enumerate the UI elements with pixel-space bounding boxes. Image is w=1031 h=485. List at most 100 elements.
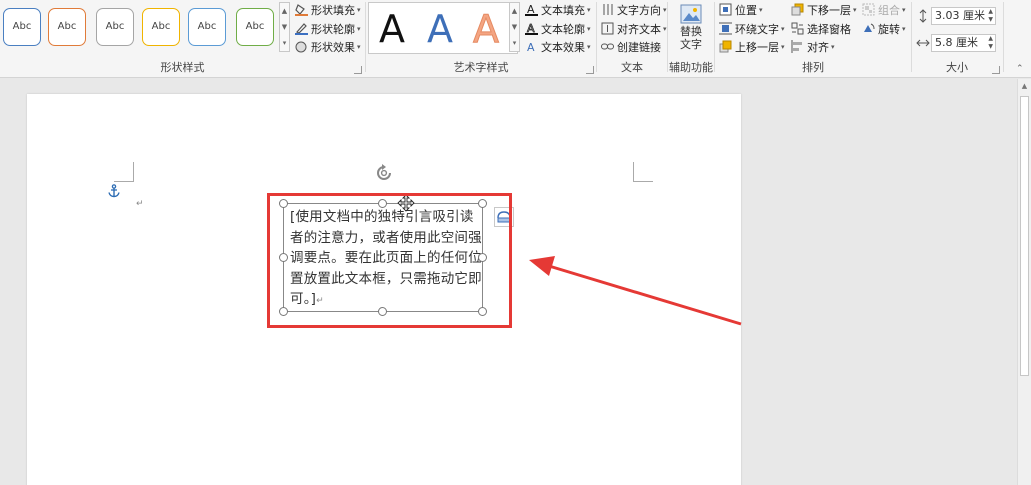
arrange-group-label: 排列 <box>802 61 824 74</box>
pen-icon <box>295 22 308 35</box>
send-backward-button[interactable]: 下移一层 ▾ <box>791 1 857 18</box>
width-icon <box>916 36 930 50</box>
vertical-scrollbar[interactable]: ▲ <box>1017 79 1031 485</box>
align-text-button[interactable]: 对齐文本 ▾ <box>601 20 667 37</box>
shape-styles-launcher[interactable] <box>354 66 362 74</box>
height-spinner[interactable]: ▲ ▼ <box>988 8 993 24</box>
paragraph-mark: ↵ <box>136 199 144 209</box>
width-spinner[interactable]: ▲ ▼ <box>988 35 993 51</box>
text-group-label: 文本 <box>621 61 643 74</box>
text-effects-icon: A <box>525 40 538 53</box>
text-outline-icon: A <box>525 22 538 35</box>
wordart-launcher[interactable] <box>586 66 594 74</box>
shape-effects-icon <box>295 40 308 53</box>
size-launcher[interactable] <box>992 66 1000 74</box>
shape-style-preset-1[interactable]: Abc <box>3 8 41 46</box>
shape-outline-label: 形状轮廓 <box>311 22 355 36</box>
height-input[interactable]: 3.03 厘米 ▲ ▼ <box>931 7 996 25</box>
separator <box>1003 2 1004 72</box>
margin-mark-top-left <box>114 162 134 182</box>
shape-styles-group: Abc Abc Abc Abc Abc Abc ▲ ▼ ▾ 形状填充 ▾ 形状轮廓 ▾ … <box>0 0 365 78</box>
bring-forward-button[interactable]: 上移一层 ▾ <box>719 38 785 55</box>
anchor-icon <box>107 184 121 198</box>
bring-forward-label: 上移一层 <box>735 40 779 54</box>
accessibility-group-label: 辅助功能 <box>669 61 713 74</box>
align-icon <box>791 40 804 53</box>
shape-style-preset-4[interactable]: Abc <box>142 8 180 46</box>
highlight-box <box>267 193 512 328</box>
scrollbar-thumb[interactable] <box>1020 96 1029 376</box>
shape-style-preset-2[interactable]: Abc <box>48 8 86 46</box>
text-direction-label: 文字方向 <box>617 3 661 17</box>
shape-fill-button[interactable]: 形状填充 ▾ <box>295 1 361 18</box>
position-button[interactable]: 位置 ▾ <box>719 1 763 18</box>
rotate-icon <box>862 22 875 35</box>
shape-outline-button[interactable]: 形状轮廓 ▾ <box>295 20 361 37</box>
paint-bucket-icon <box>295 3 308 16</box>
send-backward-label: 下移一层 <box>807 3 851 17</box>
bring-forward-icon <box>719 40 732 53</box>
text-direction-button[interactable]: 文字方向 ▾ <box>601 1 667 18</box>
wordart-sample-blue[interactable]: A <box>427 7 453 51</box>
position-label: 位置 <box>735 3 757 17</box>
group-icon <box>862 3 875 16</box>
wordart-sample-orange[interactable]: A <box>473 7 500 52</box>
width-value: 5.8 厘米 <box>935 36 978 49</box>
height-value: 3.03 厘米 <box>935 9 985 22</box>
align-button[interactable]: 对齐 ▾ <box>791 38 835 55</box>
wrap-text-label: 环绕文字 <box>735 22 779 36</box>
shape-effects-label: 形状效果 <box>311 40 355 54</box>
scroll-up-arrow-icon[interactable]: ▲ <box>1018 82 1031 90</box>
margin-mark-top-right <box>633 162 653 182</box>
shape-style-preset-5[interactable]: Abc <box>188 8 226 46</box>
rotate-label: 旋转 <box>878 22 900 36</box>
group-label: 组合 <box>878 3 900 17</box>
selection-pane-icon <box>791 22 804 35</box>
ribbon-collapse-chevron-icon[interactable]: ⌃ <box>1016 64 1024 74</box>
shape-effects-button[interactable]: 形状效果 ▾ <box>295 38 361 55</box>
create-link-button[interactable]: 创建链接 <box>601 38 661 55</box>
text-effects-button[interactable]: A 文本效果 ▾ <box>525 38 591 55</box>
alt-text-label-1: 替换 <box>680 25 702 38</box>
size-group-label: 大小 <box>946 61 968 74</box>
shape-style-preset-6[interactable]: Abc <box>236 8 274 46</box>
width-input[interactable]: 5.8 厘米 ▲ ▼ <box>931 34 996 52</box>
send-backward-icon <box>791 3 804 16</box>
wordart-sample-black[interactable]: A <box>379 7 405 51</box>
create-link-label: 创建链接 <box>617 40 661 54</box>
wordart-gallery-scroll[interactable]: ▲ ▼ ▾ <box>509 2 520 52</box>
wrap-text-button[interactable]: 环绕文字 ▾ <box>719 20 785 37</box>
group-button[interactable]: 组合 ▾ <box>862 1 906 18</box>
annotation-arrow <box>529 256 742 326</box>
image-icon <box>680 3 702 25</box>
align-text-label: 对齐文本 <box>617 22 661 36</box>
shape-fill-label: 形状填充 <box>311 3 355 17</box>
selection-pane-button[interactable]: 选择窗格 <box>791 20 851 37</box>
shape-style-preset-3[interactable]: Abc <box>96 8 134 46</box>
selection-pane-label: 选择窗格 <box>807 22 851 36</box>
ribbon: Abc Abc Abc Abc Abc Abc ▲ ▼ ▾ 形状填充 ▾ 形状轮廓 ▾ … <box>0 0 1031 78</box>
height-icon <box>916 9 930 23</box>
text-fill-button[interactable]: A 文本填充 ▾ <box>525 1 591 18</box>
align-label: 对齐 <box>807 40 829 54</box>
shape-styles-group-label: 形状样式 <box>160 61 205 74</box>
text-outline-label: 文本轮廓 <box>541 22 585 36</box>
text-effects-label: 文本效果 <box>541 40 585 54</box>
rotate-handle-icon[interactable] <box>373 162 395 184</box>
wordart-gallery: A A A <box>368 2 518 54</box>
link-icon <box>601 40 614 53</box>
accessibility-group: 替换 文字 辅助功能 <box>668 0 714 78</box>
position-icon <box>719 3 732 16</box>
align-text-icon <box>601 22 614 35</box>
text-fill-icon: A <box>525 3 538 16</box>
wordart-group-label: 艺术字样式 <box>453 61 509 74</box>
svg-text:A: A <box>527 41 535 53</box>
shape-gallery-scroll[interactable]: ▲ ▼ ▾ <box>279 2 290 52</box>
alt-text-label-2: 文字 <box>680 38 702 51</box>
text-outline-button[interactable]: A 文本轮廓 ▾ <box>525 20 591 37</box>
wrap-text-icon <box>719 22 732 35</box>
text-direction-icon <box>601 3 614 16</box>
text-fill-label: 文本填充 <box>541 3 585 17</box>
alt-text-button[interactable]: 替换 文字 <box>678 3 704 51</box>
rotate-button[interactable]: 旋转 ▾ <box>862 20 906 37</box>
